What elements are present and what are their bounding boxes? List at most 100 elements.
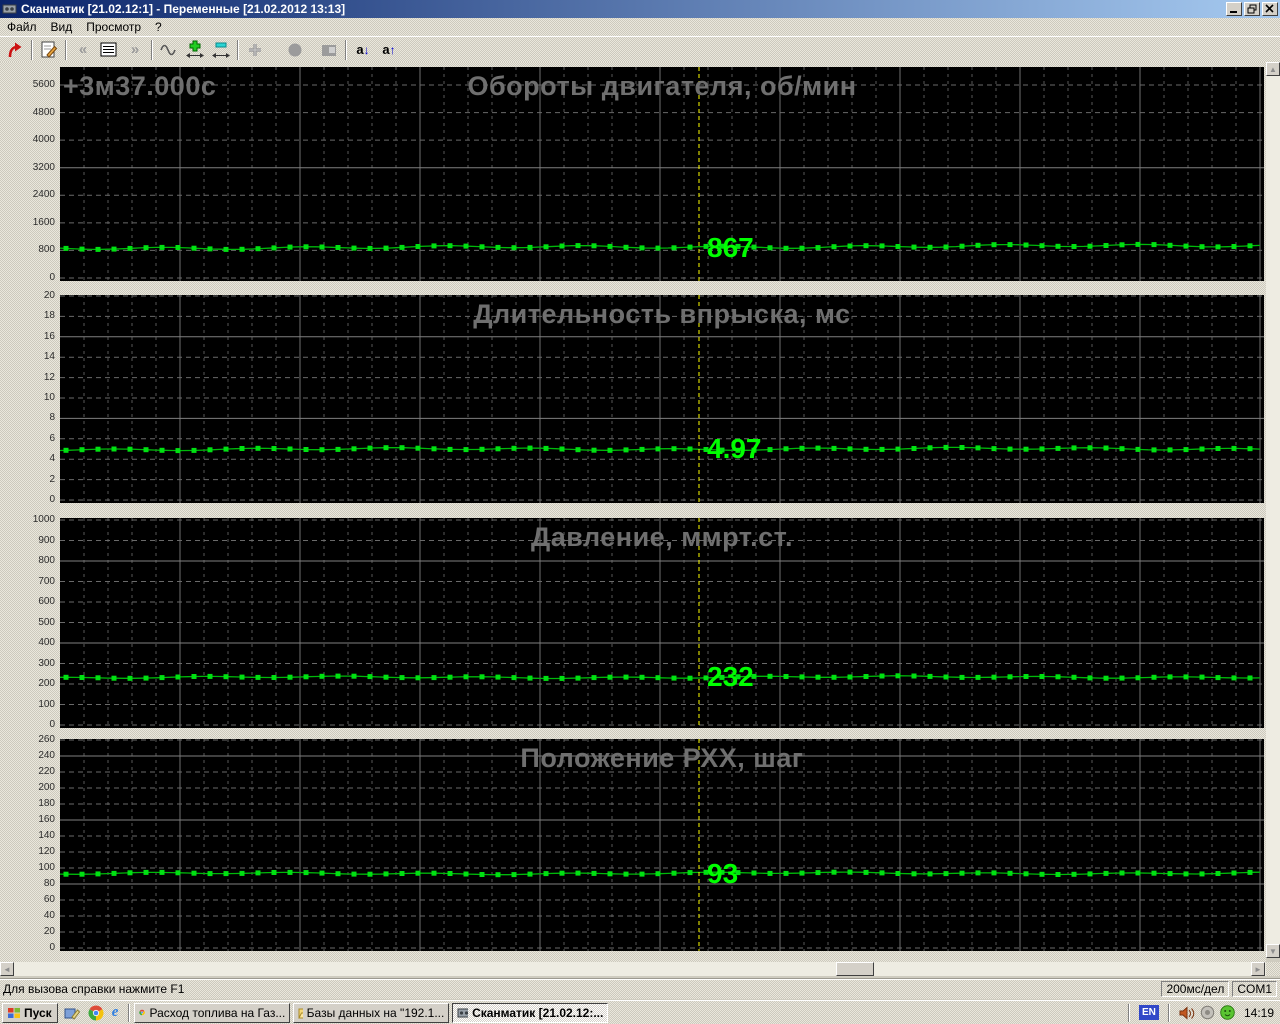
toolbar-separator <box>237 39 239 60</box>
record-button[interactable] <box>282 38 308 62</box>
arrow-down-icon: ↓ <box>363 42 370 57</box>
exit-button[interactable] <box>2 38 28 62</box>
start-button[interactable]: Пуск <box>2 1002 58 1023</box>
y-tick-label: 1000 <box>32 514 55 525</box>
y-tick-label: 240 <box>38 750 55 761</box>
tray-divider <box>1167 1003 1170 1022</box>
y-tick-label: 1600 <box>32 217 55 228</box>
marker-button[interactable] <box>242 38 268 62</box>
snapshot-button[interactable] <box>316 38 342 62</box>
y-tick-label: 20 <box>43 290 55 301</box>
prev-screen-button[interactable]: « <box>70 38 96 62</box>
zoom-in-time-button[interactable] <box>182 38 208 62</box>
scrollbar-corner <box>1266 962 1280 976</box>
font-increase-button[interactable]: a ↑ <box>376 38 402 62</box>
y-tick-label: 100 <box>38 862 55 873</box>
y-tick-label: 600 <box>38 596 55 607</box>
next-screen-button[interactable]: » <box>122 38 148 62</box>
y-tick-label: 5600 <box>32 79 55 90</box>
y-tick-label: 100 <box>38 699 55 710</box>
y-tick-label: 800 <box>38 244 55 255</box>
scroll-left-button[interactable]: ◄ <box>0 962 14 976</box>
y-tick-label: 0 <box>49 494 55 505</box>
toolbar-separator <box>151 39 153 60</box>
y-tick-label: 16 <box>43 331 55 342</box>
scroll-down-button[interactable]: ▼ <box>1266 944 1280 958</box>
menu-file[interactable]: Файл <box>0 19 44 35</box>
taskbar-button-fuel[interactable]: Расход топлива на Газ... <box>134 1002 291 1023</box>
y-tick-label: 4000 <box>32 134 55 145</box>
device-tray-icon[interactable] <box>1200 1005 1215 1020</box>
folder-icon <box>298 1008 303 1019</box>
show-desktop-icon[interactable] <box>64 1005 80 1020</box>
com-port-panel: COM1 <box>1232 981 1277 997</box>
y-tick-label: 2 <box>49 474 55 485</box>
y-tick-label: 60 <box>43 894 55 905</box>
zoom-in-icon <box>186 40 204 58</box>
menu-help[interactable]: ? <box>148 19 169 35</box>
scrollbar-thumb[interactable] <box>836 962 874 976</box>
y-tick-label: 200 <box>38 678 55 689</box>
arrow-up-icon: ↑ <box>389 42 396 57</box>
y-tick-label: 40 <box>43 910 55 921</box>
record-icon <box>288 43 302 56</box>
minimize-button[interactable] <box>1226 2 1242 16</box>
zoom-out-time-button[interactable] <box>208 38 234 62</box>
close-button[interactable] <box>1262 2 1278 16</box>
internet-explorer-icon[interactable]: e <box>112 1004 119 1021</box>
chrome-icon[interactable] <box>88 1004 104 1021</box>
y-tick-label: 20 <box>43 926 55 937</box>
chart-title-1: Обороты двигателя, об/мин <box>467 71 857 101</box>
y-tick-label: 4 <box>49 453 55 464</box>
cursor-value-2: 4.97 <box>707 433 762 464</box>
status-help-text: Для вызова справки нажмите F1 <box>3 982 185 996</box>
menu-browse[interactable]: Просмотр <box>79 19 148 35</box>
windows-logo-icon <box>8 1007 20 1018</box>
language-indicator[interactable]: EN <box>1138 1005 1159 1020</box>
scroll-right-button[interactable]: ► <box>1251 962 1265 976</box>
y-tick-label: 2400 <box>32 189 55 200</box>
y-tick-label: 120 <box>38 846 55 857</box>
toolbar-separator <box>345 39 347 60</box>
y-tick-label: 800 <box>38 555 55 566</box>
time-scale-panel: 200мс/дел <box>1161 981 1230 997</box>
font-decrease-button[interactable]: a ↓ <box>350 38 376 62</box>
toolbar-separator <box>65 39 67 60</box>
wave-button[interactable] <box>156 38 182 62</box>
chrome-icon <box>139 1009 146 1016</box>
chart-title-3: Давление, ммрт.ст. <box>530 522 794 552</box>
y-tick-label: 180 <box>38 798 55 809</box>
cursor-value-1: 867 <box>707 232 754 263</box>
y-tick-label: 700 <box>38 576 55 587</box>
y-tick-label: 0 <box>49 942 55 953</box>
menu-bar: Файл Вид Просмотр ? <box>0 18 1280 36</box>
volume-icon[interactable] <box>1179 1005 1195 1020</box>
y-tick-label: 300 <box>38 658 55 669</box>
y-tick-label: 3200 <box>32 162 55 173</box>
taskbar-divider <box>128 1003 131 1022</box>
antivirus-tray-icon[interactable] <box>1220 1005 1235 1020</box>
restore-button[interactable] <box>1244 2 1260 16</box>
taskbar-button-databases[interactable]: Базы данных на "192.1... <box>293 1002 450 1023</box>
window-controls <box>1226 2 1278 16</box>
marker-icon <box>249 43 261 56</box>
zoom-out-icon <box>212 42 230 58</box>
taskbar-button-scanmatic[interactable]: Сканматик [21.02.12:... <box>452 1002 609 1023</box>
quick-launch: e <box>64 1004 119 1021</box>
title-bar[interactable]: Сканматик [21.02.12:1] - Переменные [21.… <box>0 0 1280 18</box>
edit-log-button[interactable] <box>36 38 62 62</box>
y-tick-label: 10 <box>43 392 55 403</box>
y-tick-label: 900 <box>38 535 55 546</box>
window-title: Сканматик [21.02.12:1] - Переменные [21.… <box>21 2 346 16</box>
variables-list-button[interactable] <box>96 38 122 62</box>
horizontal-scrollbar[interactable]: ◄ ► <box>0 962 1266 976</box>
taskbar-clock: 14:19 <box>1243 1005 1274 1020</box>
toolbar: « » a ↓ a ↑ <box>0 36 1280 62</box>
system-tray: EN 14:19 <box>1124 1003 1278 1022</box>
y-tick-label: 4800 <box>32 107 55 118</box>
chart-title-2: Длительность впрыска, мс <box>473 299 851 329</box>
vertical-scrollbar[interactable]: ▲ ▼ <box>1266 62 1280 958</box>
menu-view[interactable]: Вид <box>44 19 80 35</box>
status-bar: Для вызова справки нажмите F1 200мс/дел … <box>0 978 1280 999</box>
scroll-up-button[interactable]: ▲ <box>1266 62 1280 76</box>
